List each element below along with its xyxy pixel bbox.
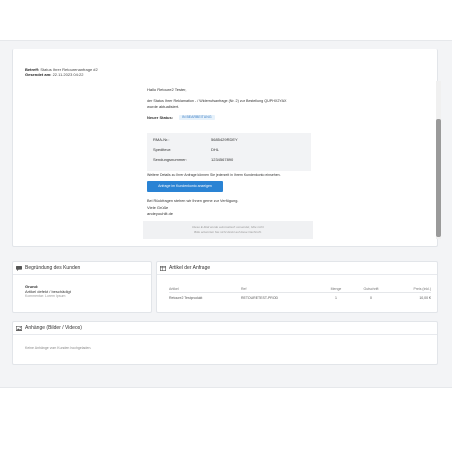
cell-article: Retoure2 Testprodukt [169,296,203,300]
closing-line-3: andeyouhlit.de [147,211,174,216]
attachments-card-title: Anhänge (Bilder / Videos) [25,325,82,331]
open-request-button[interactable]: Anfrage im Kundenkonto anzeigen [147,181,223,192]
cell-credit: 0 [370,296,372,300]
attachments-card: Anhänge (Bilder / Videos) Keine Anhänge … [12,321,438,365]
reason-card-header: Begründung des Kunden [13,262,151,275]
closing-line-1: Bei Rückfragen stehen wir Ihnen gerne zu… [147,199,239,203]
sent-label: Gesendet am: [25,72,52,77]
cell-price: 10,00 € [419,296,431,300]
footer-line-1: Diese E-Mail wurde automatisch versendet… [192,225,264,229]
request-items-card: Artikel der Anfrage Artikel Ref Menge Gu… [156,261,438,313]
table-icon [160,266,166,271]
cell-ref: RETOURETEST-PROD [241,296,279,300]
email-iframe[interactable]: Hallo Retoure2 Tester, der Status Ihrer … [137,81,443,239]
reason-hint: Kommentar: Lorem Ipsum [25,294,66,298]
email-footer: Diese E-Mail wurde automatisch versendet… [143,221,313,239]
footer-line-2: Bitte antworten Sie nicht direkt auf die… [194,230,262,234]
info-value-rma: 5685429RDEY [211,137,238,142]
customer-reason-card: Begründung des Kunden Grund: Artikel def… [12,261,152,313]
info-value-tracking: 1234567890 [211,157,234,162]
rma-info-box: RMA-Nr.: 5685429RDEY Spediteur: DHL Send… [147,133,311,171]
table-row: Retoure2 Testprodukt RETOURETEST-PROD 1 … [169,293,431,304]
attachments-card-header: Anhänge (Bilder / Videos) [13,322,437,335]
sent-value: 22.11.2023 04:22 [52,72,84,77]
email-body: Hallo Retoure2 Tester, der Status Ihrer … [143,81,313,239]
items-table: Artikel Ref Menge Gutschrift Preis (inkl… [169,286,431,303]
items-card-title: Artikel der Anfrage [169,265,211,271]
email-meta: Betreff: Status Ihrer Retourenanfrage #2… [25,67,98,77]
info-label-rma: RMA-Nr.: [153,137,170,142]
info-label-carrier: Spediteur: [153,147,172,152]
reason-card-title: Begründung des Kunden [25,265,81,271]
attachments-empty-text: Keine Anhänge vom Kunden hochgeladen. [25,346,92,350]
details-text: Weitere Details zu Ihrer Anfrage können … [147,173,281,177]
page-canvas: Betreff: Status Ihrer Retourenanfrage #2… [0,40,452,388]
email-scrollbar-thumb[interactable] [436,119,441,237]
comment-icon [16,266,22,271]
email-status-line-2: wurde aktualisiert. [147,104,180,109]
new-status-label: Neuer Status: [147,115,174,120]
status-badge: IN BEARBEITUNG [179,115,215,120]
cell-quantity: 1 [335,296,337,300]
image-icon [16,326,22,331]
email-preview-card: Betreff: Status Ihrer Retourenanfrage #2… [12,49,441,247]
email-greeting: Hallo Retoure2 Tester, [147,87,187,92]
info-value-carrier: DHL [211,147,220,152]
closing-line-2: Viele Grüße [147,205,169,210]
items-card-header: Artikel der Anfrage [157,262,437,275]
info-label-tracking: Sendungsnummer: [153,157,187,162]
